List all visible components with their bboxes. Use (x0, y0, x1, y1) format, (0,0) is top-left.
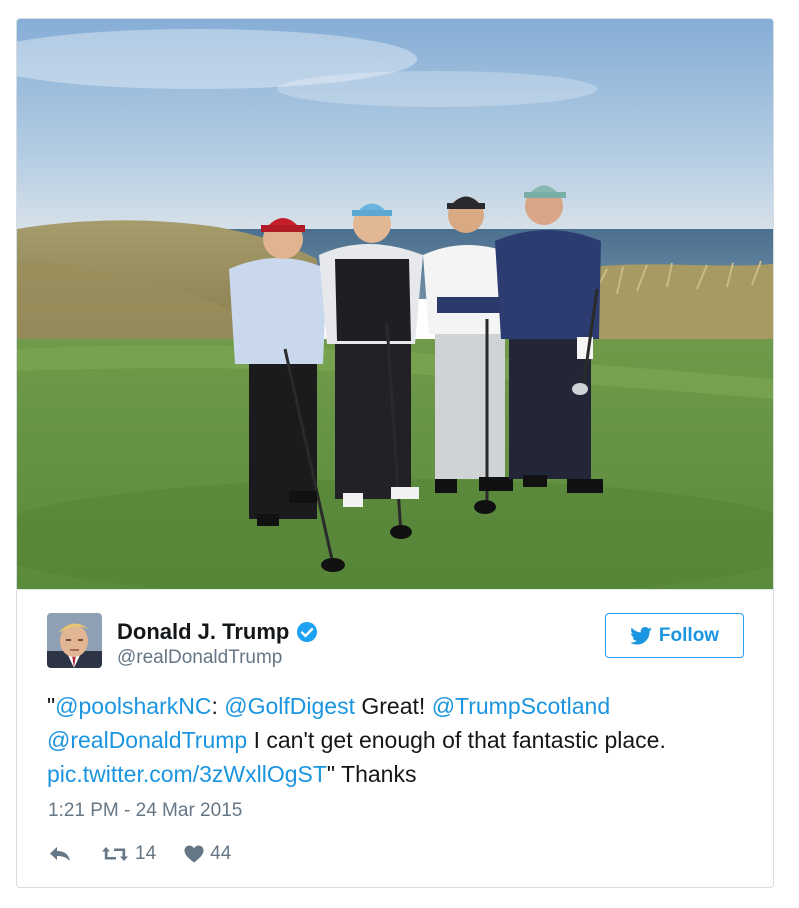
follow-button[interactable]: Follow (605, 613, 744, 658)
retweet-count: 14 (135, 843, 157, 864)
retweet-icon (102, 847, 128, 861)
tweet-photo[interactable] (17, 19, 773, 590)
mention-link[interactable]: @GolfDigest (224, 693, 355, 719)
profile-photo-icon (47, 613, 102, 668)
verified-badge-icon (296, 621, 318, 643)
reply-button[interactable] (49, 846, 71, 862)
pic-link[interactable]: pic.twitter.com/3zWxllOgST (47, 761, 327, 787)
mention-link[interactable]: @realDonaldTrump (47, 727, 247, 753)
author-handle[interactable]: @realDonaldTrump (117, 647, 282, 669)
mention-link[interactable]: @TrumpScotland (432, 693, 610, 719)
avatar[interactable] (47, 613, 102, 668)
text-part: " Thanks (326, 761, 417, 787)
like-button[interactable]: 44 (184, 843, 231, 865)
tweet-text: "@poolsharkNC: @GolfDigest Great! @Trump… (47, 689, 747, 791)
tweet-author[interactable]: Donald J. Trump @realDonaldTrump (47, 613, 447, 669)
tweet-actions: 14 44 (49, 841, 231, 867)
text-part: " (47, 693, 56, 719)
golf-photo-illustration (17, 19, 773, 589)
text-part: Great! (354, 693, 432, 719)
tweet-card: Donald J. Trump @realDonaldTrump Follow … (16, 18, 774, 888)
heart-icon (184, 845, 204, 863)
like-count: 44 (210, 843, 232, 864)
author-display-name[interactable]: Donald J. Trump (117, 619, 289, 645)
twitter-bird-icon (630, 626, 652, 645)
mention-link[interactable]: @poolsharkNC (55, 693, 211, 719)
name-row: Donald J. Trump (117, 619, 318, 645)
follow-label: Follow (658, 624, 720, 646)
tweet-timestamp[interactable]: 1:21 PM - 24 Mar 2015 (48, 800, 242, 822)
text-part: I can't get enough of that fantastic pla… (247, 727, 666, 753)
retweet-button[interactable]: 14 (101, 843, 156, 865)
text-part: : (211, 693, 225, 719)
reply-icon (50, 847, 70, 861)
